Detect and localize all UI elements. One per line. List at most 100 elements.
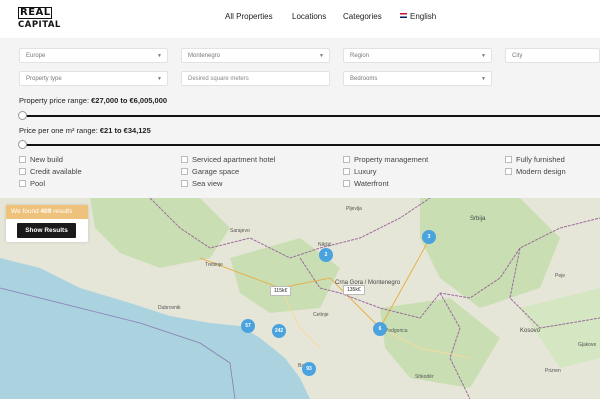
checkbox[interactable] xyxy=(505,156,512,163)
property-type-select[interactable]: Property type ▼ xyxy=(19,71,168,86)
feature-label: Luxury xyxy=(354,167,377,176)
language-selector[interactable]: English xyxy=(400,12,436,21)
logo-text-capital: CAPITAL xyxy=(18,20,61,30)
feature-label: Pool xyxy=(30,179,46,188)
square-meters-input[interactable]: Desired square meters xyxy=(181,71,330,86)
map-cluster-marker[interactable]: 242 xyxy=(272,324,286,338)
checkbox[interactable] xyxy=(343,168,350,175)
map-label-city: Podgorica xyxy=(385,328,408,334)
nav-categories[interactable]: Categories xyxy=(343,12,382,21)
city-select-value: City xyxy=(512,53,523,59)
continent-select-value: Europe xyxy=(26,53,46,59)
feature-label: Fully furnished xyxy=(516,155,565,164)
price-range-value: €27,000 to €6,005,000 xyxy=(91,96,168,105)
map-label-city: Peje xyxy=(555,273,566,279)
map-label-country: Srbija xyxy=(470,216,486,222)
continent-select[interactable]: Europe ▼ xyxy=(19,48,168,63)
sqm-price-range-title: Price per one m² range: xyxy=(19,126,98,135)
map-price-tag[interactable]: 135k€ xyxy=(343,285,365,295)
feature-luxury[interactable]: Luxury xyxy=(343,167,377,176)
feature-label: Sea view xyxy=(192,179,223,188)
checkbox[interactable] xyxy=(19,180,26,187)
country-select-value: Montenegro xyxy=(188,53,221,59)
map-label-city: Gjakove xyxy=(578,342,597,348)
feature-label: Serviced apartment hotel xyxy=(192,155,276,164)
checkbox[interactable] xyxy=(505,168,512,175)
language-label: English xyxy=(410,12,437,21)
sqm-price-range-slider[interactable] xyxy=(18,140,600,149)
map-label-city: Cetinje xyxy=(313,312,329,318)
map-label-city: Pljevlja xyxy=(346,206,362,212)
checkbox[interactable] xyxy=(343,156,350,163)
sqm-price-range-label: Price per one m² range: €21 to €34,125 xyxy=(19,126,151,135)
city-select[interactable]: City xyxy=(505,48,600,63)
bedrooms-select-value: Bedrooms xyxy=(350,76,378,82)
checkbox[interactable] xyxy=(19,156,26,163)
chevron-down-icon: ▼ xyxy=(157,76,162,82)
map-label-city: Sarajevo xyxy=(230,228,250,234)
map-cluster-marker[interactable]: 57 xyxy=(241,319,255,333)
map-cluster-marker[interactable]: 93 xyxy=(302,362,316,376)
feature-fully-furnished[interactable]: Fully furnished xyxy=(505,155,565,164)
chevron-down-icon: ▼ xyxy=(481,76,486,82)
property-type-select-value: Property type xyxy=(26,76,62,82)
checkbox[interactable] xyxy=(181,180,188,187)
checkbox[interactable] xyxy=(19,168,26,175)
filter-panel: Europe ▼ Montenegro ▼ Region ▼ City Propert… xyxy=(0,38,600,198)
region-select[interactable]: Region ▼ xyxy=(343,48,492,63)
feature-garage-space[interactable]: Garage space xyxy=(181,167,239,176)
map-cluster-marker[interactable]: 2 xyxy=(319,248,333,262)
feature-serviced-apartment-hotel[interactable]: Serviced apartment hotel xyxy=(181,155,275,164)
nav-locations[interactable]: Locations xyxy=(292,12,326,21)
feature-sea-view[interactable]: Sea view xyxy=(181,179,222,188)
price-range-label: Property price range: €27,000 to €6,005,… xyxy=(19,96,167,105)
map-price-tag[interactable]: 115k€ xyxy=(270,286,292,296)
results-prefix: We found xyxy=(11,208,39,215)
map-cluster-marker[interactable]: 6 xyxy=(373,322,387,336)
property-map[interactable]: Sarajevo Trebinje Dubrovnik Nikšić Crna … xyxy=(0,198,600,399)
map-label-country: Kosovo xyxy=(520,328,541,334)
feature-label: Credit available xyxy=(30,167,82,176)
price-range-slider[interactable] xyxy=(18,111,600,120)
price-range-title: Property price range: xyxy=(19,96,90,105)
feature-pool[interactable]: Pool xyxy=(19,179,45,188)
feature-label: New build xyxy=(30,155,63,164)
map-label-city: Shkodër xyxy=(415,374,434,380)
nav-all-properties[interactable]: All Properties xyxy=(225,12,273,21)
checkbox[interactable] xyxy=(343,180,350,187)
results-count-banner: We found 409 results xyxy=(6,205,88,219)
real-capital-logo[interactable]: REAL CAPITAL xyxy=(18,7,61,31)
bedrooms-select[interactable]: Bedrooms ▼ xyxy=(343,71,492,86)
feature-property-management[interactable]: Property management xyxy=(343,155,428,164)
results-card: We found 409 results Show Results xyxy=(6,205,88,242)
map-label-city: Dubrovnik xyxy=(158,305,181,311)
country-select[interactable]: Montenegro ▼ xyxy=(181,48,330,63)
uk-flag-icon xyxy=(400,13,407,18)
feature-credit-available[interactable]: Credit available xyxy=(19,167,82,176)
chevron-down-icon: ▼ xyxy=(481,53,486,59)
logo-text-real: REAL xyxy=(18,7,52,19)
sqm-price-range-value: €21 to €34,125 xyxy=(99,126,151,135)
feature-new-build[interactable]: New build xyxy=(19,155,63,164)
chevron-down-icon: ▼ xyxy=(319,53,324,59)
chevron-down-icon: ▼ xyxy=(157,53,162,59)
feature-modern-design[interactable]: Modern design xyxy=(505,167,566,176)
feature-label: Property management xyxy=(354,155,429,164)
results-suffix: results xyxy=(53,208,73,215)
show-results-button[interactable]: Show Results xyxy=(17,223,76,238)
sqm-price-slider-handle[interactable] xyxy=(18,140,27,149)
feature-label: Garage space xyxy=(192,167,240,176)
feature-waterfront[interactable]: Waterfront xyxy=(343,179,389,188)
checkbox[interactable] xyxy=(181,168,188,175)
map-label-city: Prizren xyxy=(545,368,561,374)
price-slider-handle[interactable] xyxy=(18,111,27,120)
square-meters-placeholder: Desired square meters xyxy=(188,76,249,82)
feature-label: Waterfront xyxy=(354,179,389,188)
checkbox[interactable] xyxy=(181,156,188,163)
map-label-city: Trebinje xyxy=(205,262,223,268)
site-header: REAL CAPITAL All Properties Locations Ca… xyxy=(0,0,600,38)
region-select-value: Region xyxy=(350,53,370,59)
results-count: 409 xyxy=(40,208,52,215)
map-cluster-marker[interactable]: 3 xyxy=(422,230,436,244)
feature-label: Modern design xyxy=(516,167,566,176)
